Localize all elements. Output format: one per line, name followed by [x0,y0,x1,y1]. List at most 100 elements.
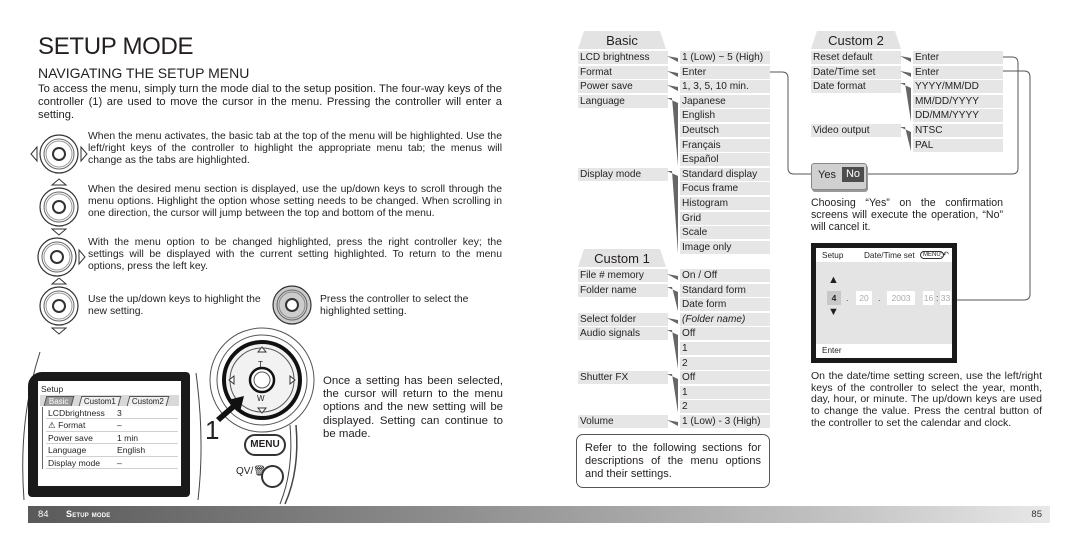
menu-option: Off [680,371,770,385]
year-field[interactable]: 2003 [887,291,915,305]
menu-option: Date form [680,298,770,312]
menu-option: Enter [913,65,1003,79]
lcd-row[interactable]: Display mode – [46,457,178,469]
options-wedge [667,286,678,311]
menu-option: MM/DD/YYYY [913,94,1003,108]
menu-option: Standard form [680,283,770,297]
footer-section-title: Setup mode [66,509,111,519]
menu-option: PAL [913,138,1003,152]
options-wedge [667,420,678,426]
menu-option: (Folder name) [680,312,770,326]
menu-item: Audio signals [578,327,668,341]
options-wedge [667,374,678,413]
down-arrow-icon[interactable]: ▼ [828,307,839,318]
lcd-row[interactable]: ⚠ Format – [46,419,178,432]
menu-option: Standard display [680,167,770,181]
options-wedge [667,317,678,324]
step-5-text: Press the controller to select the highl… [320,294,469,317]
lcd-tab-custom1[interactable]: Custom1 [78,396,122,406]
options-wedge [900,56,911,62]
options-wedge [900,70,911,77]
menu-option: DD/MM/YYYY [913,109,1003,123]
menu-option: On / Off [680,269,770,282]
time-separator: : [936,293,939,303]
right-page-number: 85 [1031,509,1042,520]
lcd-row[interactable]: LCDbrightness 3 [46,407,178,420]
controller-up-down-icon [39,278,79,335]
options-wedge [667,56,678,62]
month-field[interactable]: 4 [827,291,841,305]
intro-paragraph: To access the menu, simply turn the mode… [38,83,502,121]
qv-delete-button[interactable] [261,465,284,488]
lcd-tab-bar: Basic Custom1 Custom2 [40,395,179,406]
datetime-header-title: Date/Time set [864,251,915,260]
callout-arrow [216,396,244,422]
no-option[interactable]: No [842,167,864,182]
day-field[interactable]: 20 [856,291,872,305]
options-wedge [667,85,678,92]
menu-option: Deutsch [680,124,770,137]
confirm-dialog: Yes No [811,163,867,190]
datetime-header: Setup Date/Time set MENU :↶ [816,248,952,262]
callout-number: 1 [205,415,220,445]
step-2-text: When the desired menu section is display… [88,184,502,219]
menu-option: Focus frame [680,182,770,196]
note-box: Refer to the following sections for desc… [576,434,770,488]
menu-item: File # memory [578,269,668,282]
controller-up-down-icon [39,178,79,236]
up-arrow-icon[interactable]: ▲ [828,275,839,286]
menu-item: Date/Time set [811,65,901,79]
section-title: NAVIGATING THE SETUP MENU [38,65,250,81]
hour-field[interactable]: 16 [923,291,934,305]
menu-option: 1, 3, 5, 10 min. [680,80,770,94]
datetime-explanation: On the date/time setting screen, use the… [811,370,1042,429]
menu-option: Histogram [680,197,770,210]
back-icon: :↶ [940,250,949,259]
menu-item: LCD brightness [578,51,668,64]
menu-option: Scale [680,226,770,240]
lcd-tab-basic[interactable]: Basic [43,396,74,406]
step-3-text: With the menu option to be changed highl… [88,237,502,272]
date-separator: . [846,293,849,303]
menu-item: Shutter FX [578,371,668,385]
page-title: SETUP MODE [38,33,194,60]
options-wedge [667,274,678,280]
menu-option: English [680,109,770,123]
menu-option: YYYY/MM/DD [913,80,1003,94]
outcome-paragraph: Once a setting has been selected, the cu… [323,375,503,440]
camera-lcd-screen: Setup Basic Custom1 Custom2 LCDbrightnes… [38,381,181,486]
options-wedge [667,170,678,254]
menu-option: 1 (Low) - 3 (High) [680,415,770,428]
menu-option: 1 (Low) ~ 5 (High) [680,51,770,64]
controller-label-w: W [257,394,265,403]
menu-option: 1 [680,385,770,399]
confirm-explanation: Choosing “Yes” on the confirmation scree… [811,197,1003,233]
menu-item: Date format [811,80,901,94]
options-wedge [667,97,678,166]
menu-option: Enter [913,51,1003,64]
lcd-header: Setup [41,384,64,394]
lcd-row[interactable]: Power save 1 min [46,432,178,445]
lcd-row[interactable]: Language English [46,444,178,457]
datetime-header-setup: Setup [822,251,844,260]
datetime-enter[interactable]: Enter [816,344,952,358]
format-connector [770,71,811,175]
lcd-menu-list: LCDbrightness 3 ⚠ Format – Power save 1 min… [42,407,178,469]
menu-option: Grid [680,211,770,225]
minute-field[interactable]: 33 [940,291,951,305]
menu-button[interactable]: MENU [244,434,286,456]
lcd-tab-custom2[interactable]: Custom2 [126,396,170,406]
menu-option: Image only [680,240,770,254]
date-separator: . [878,293,881,303]
menu-option: 2 [680,400,770,414]
menu-option: Français [680,138,770,152]
menu-item: Volume [578,415,668,428]
menu-option: Off [680,327,770,341]
options-wedge [667,330,678,370]
options-wedge [900,127,911,152]
tab-custom1: Custom 1 [578,249,666,267]
menu-option: 2 [680,356,770,370]
controller-center-press-icon [272,285,312,325]
options-wedge [667,70,678,77]
yes-option[interactable]: Yes [818,169,836,181]
